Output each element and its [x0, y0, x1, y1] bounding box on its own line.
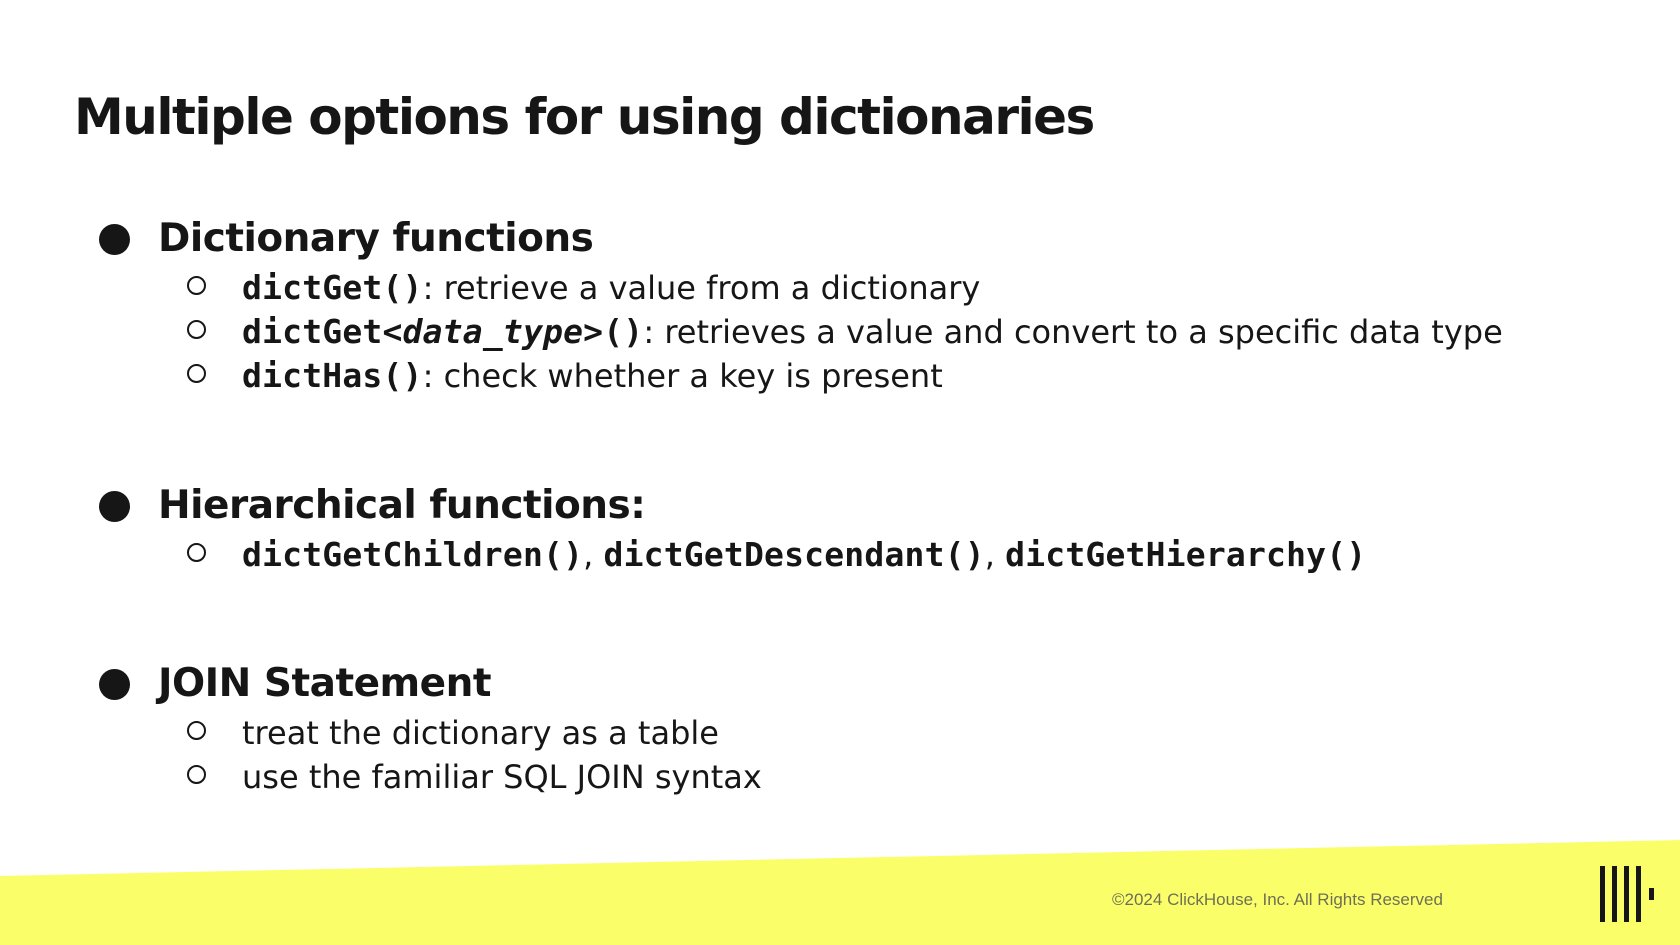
clickhouse-logo-icon — [1600, 866, 1654, 922]
footer-band — [0, 840, 1680, 945]
copyright-text: ©2024 ClickHouse, Inc. All Rights Reserv… — [1112, 890, 1443, 909]
slide: Multiple options for using dictionaries … — [0, 0, 1680, 945]
